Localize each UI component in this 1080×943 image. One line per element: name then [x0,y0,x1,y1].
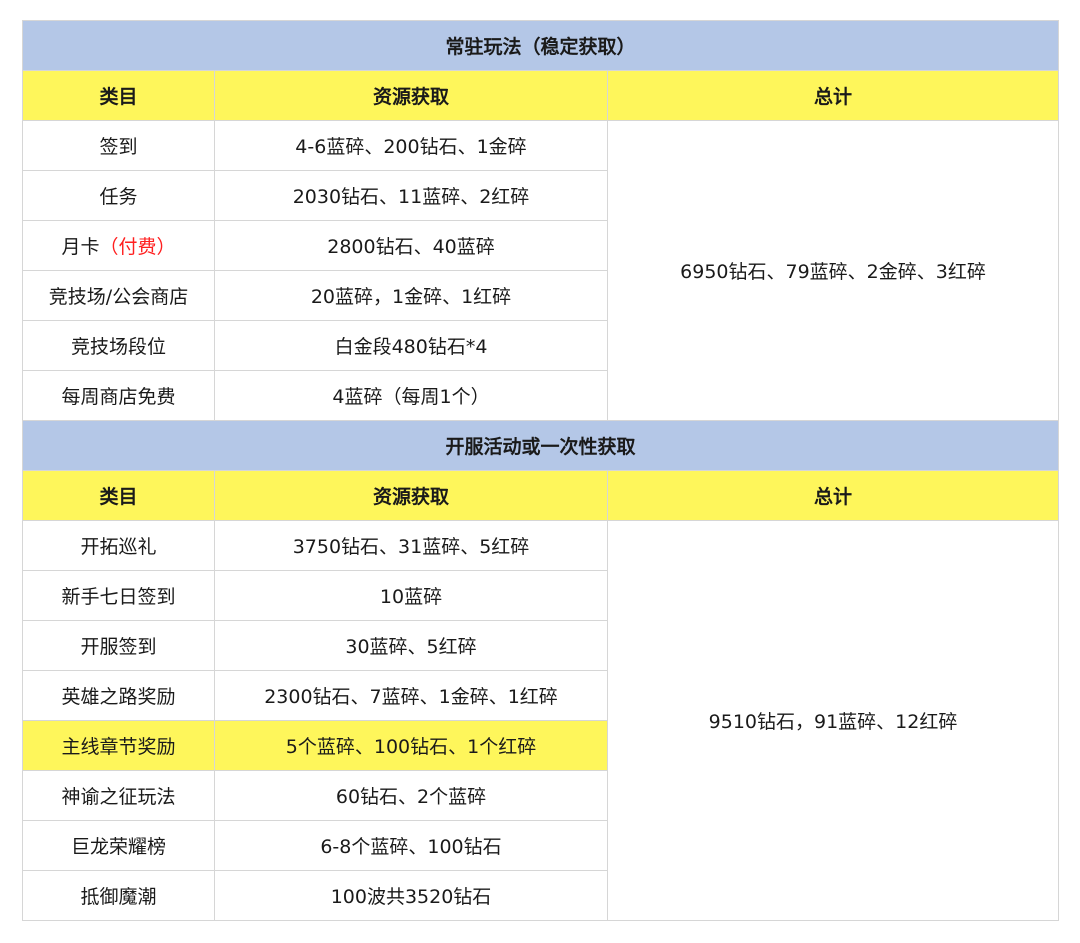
resource-cell: 20蓝碎，1金碎、1红碎 [214,270,608,321]
category-cell: 英雄之路奖励 [22,670,215,721]
category-cell: 签到 [22,120,215,171]
category-cell: 神谕之征玩法 [22,770,215,821]
resource-table-container: 常驻玩法（稳定获取） 类目 资源获取 总计 签到 4-6蓝碎、200钻石、1金碎… [21,20,1060,921]
column-header-resource: 资源获取 [214,70,608,121]
section-title: 开服活动或一次性获取 [21,420,1060,471]
category-cell: 每周商店免费 [22,370,215,421]
total-cell: 9510钻石，91蓝碎、12红碎 [606,520,1060,921]
resource-cell: 6-8个蓝碎、100钻石 [214,820,608,871]
resource-cell: 5个蓝碎、100钻石、1个红碎 [214,720,608,771]
category-cell: 新手七日签到 [22,570,215,621]
section-header-row: 开服活动或一次性获取 [21,420,1060,471]
category-cell: 主线章节奖励 [22,720,215,771]
category-cell: 竞技场段位 [22,320,215,371]
total-cell: 6950钻石、79蓝碎、2金碎、3红碎 [606,120,1060,421]
category-cell: 竞技场/公会商店 [22,270,215,321]
column-header-category: 类目 [22,470,215,521]
resource-cell: 2030钻石、11蓝碎、2红碎 [214,170,608,221]
resource-cell: 4蓝碎（每周1个） [214,370,608,421]
category-cell: 任务 [22,170,215,221]
paid-note: （付费） [99,236,176,258]
resource-cell: 100波共3520钻石 [214,870,608,921]
resource-cell: 2800钻石、40蓝碎 [214,220,608,271]
section-header-row: 常驻玩法（稳定获取） [21,20,1060,71]
category-cell: 开拓巡礼 [22,520,215,571]
column-header-row: 类目 资源获取 总计 [22,470,1060,521]
table-row: 开拓巡礼 3750钻石、31蓝碎、5红碎 9510钻石，91蓝碎、12红碎 [22,520,1060,921]
column-header-row: 类目 资源获取 总计 [22,70,1060,121]
resource-cell: 4-6蓝碎、200钻石、1金碎 [214,120,608,171]
section-title: 常驻玩法（稳定获取） [21,20,1060,71]
category-cell: 抵御魔潮 [22,870,215,921]
resource-cell: 10蓝碎 [214,570,608,621]
resource-cell: 白金段480钻石*4 [214,320,608,371]
resource-cell: 3750钻石、31蓝碎、5红碎 [214,520,608,571]
category-cell: 巨龙荣耀榜 [22,820,215,871]
table-row: 签到 4-6蓝碎、200钻石、1金碎 6950钻石、79蓝碎、2金碎、3红碎 [22,120,1060,421]
column-header-total: 总计 [606,470,1060,521]
resource-table: 常驻玩法（稳定获取） 类目 资源获取 总计 签到 4-6蓝碎、200钻石、1金碎… [21,20,1060,921]
column-header-total: 总计 [606,70,1060,121]
category-cell: 开服签到 [22,620,215,671]
resource-cell: 2300钻石、7蓝碎、1金碎、1红碎 [214,670,608,721]
resource-cell: 30蓝碎、5红碎 [214,620,608,671]
column-header-category: 类目 [22,70,215,121]
category-label: 月卡 [61,236,100,258]
column-header-resource: 资源获取 [214,470,608,521]
resource-cell: 60钻石、2个蓝碎 [214,770,608,821]
category-cell: 月卡（付费） [22,220,215,271]
